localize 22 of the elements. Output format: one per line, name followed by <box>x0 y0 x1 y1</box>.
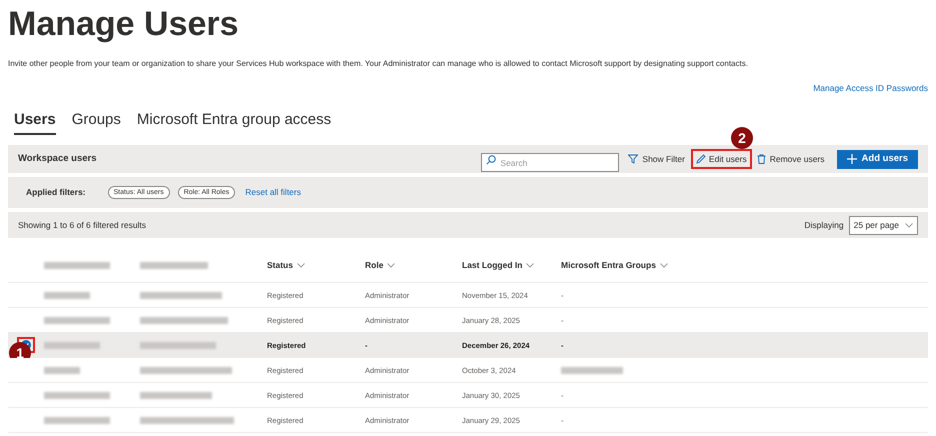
page-title: Manage Users <box>8 4 240 44</box>
filters-label: Applied filters: <box>26 186 86 200</box>
section-title: Workspace users <box>18 152 97 166</box>
edit-users-button[interactable]: Edit users <box>690 149 752 170</box>
page-size-dropdown[interactable]: 25 per page <box>848 216 918 235</box>
reset-filters-link[interactable]: Reset all filters <box>245 186 301 200</box>
tab[interactable]: Users <box>14 108 56 136</box>
remove-users-button[interactable]: Remove users <box>756 149 825 170</box>
results-summary: Showing 1 to 6 of 6 filtered results <box>18 218 146 232</box>
add-users-button[interactable]: Add users <box>836 150 918 169</box>
column-header[interactable]: Role <box>365 258 462 272</box>
page-size-label: Displaying <box>804 218 844 232</box>
tab[interactable]: Groups <box>72 108 121 136</box>
access-passwords-link[interactable]: Manage Access ID Passwords <box>813 82 928 95</box>
column-header[interactable]: Microsoft Entra Groups <box>561 258 928 272</box>
tab[interactable]: Microsoft Entra group access <box>136 108 332 136</box>
page-description: Invite other people from your team or organization to share your Services Hub workspace with them. Your Administrator can manage who is allowed to contact Microsoft support by designating support contacts. <box>8 58 749 70</box>
step-badge: 2 <box>731 127 753 150</box>
column-header[interactable]: Last Logged In <box>462 258 561 272</box>
column-header[interactable]: Status <box>267 258 365 272</box>
search-field[interactable]: Search <box>481 153 620 172</box>
show-filter-button[interactable]: Show Filter <box>628 149 685 170</box>
